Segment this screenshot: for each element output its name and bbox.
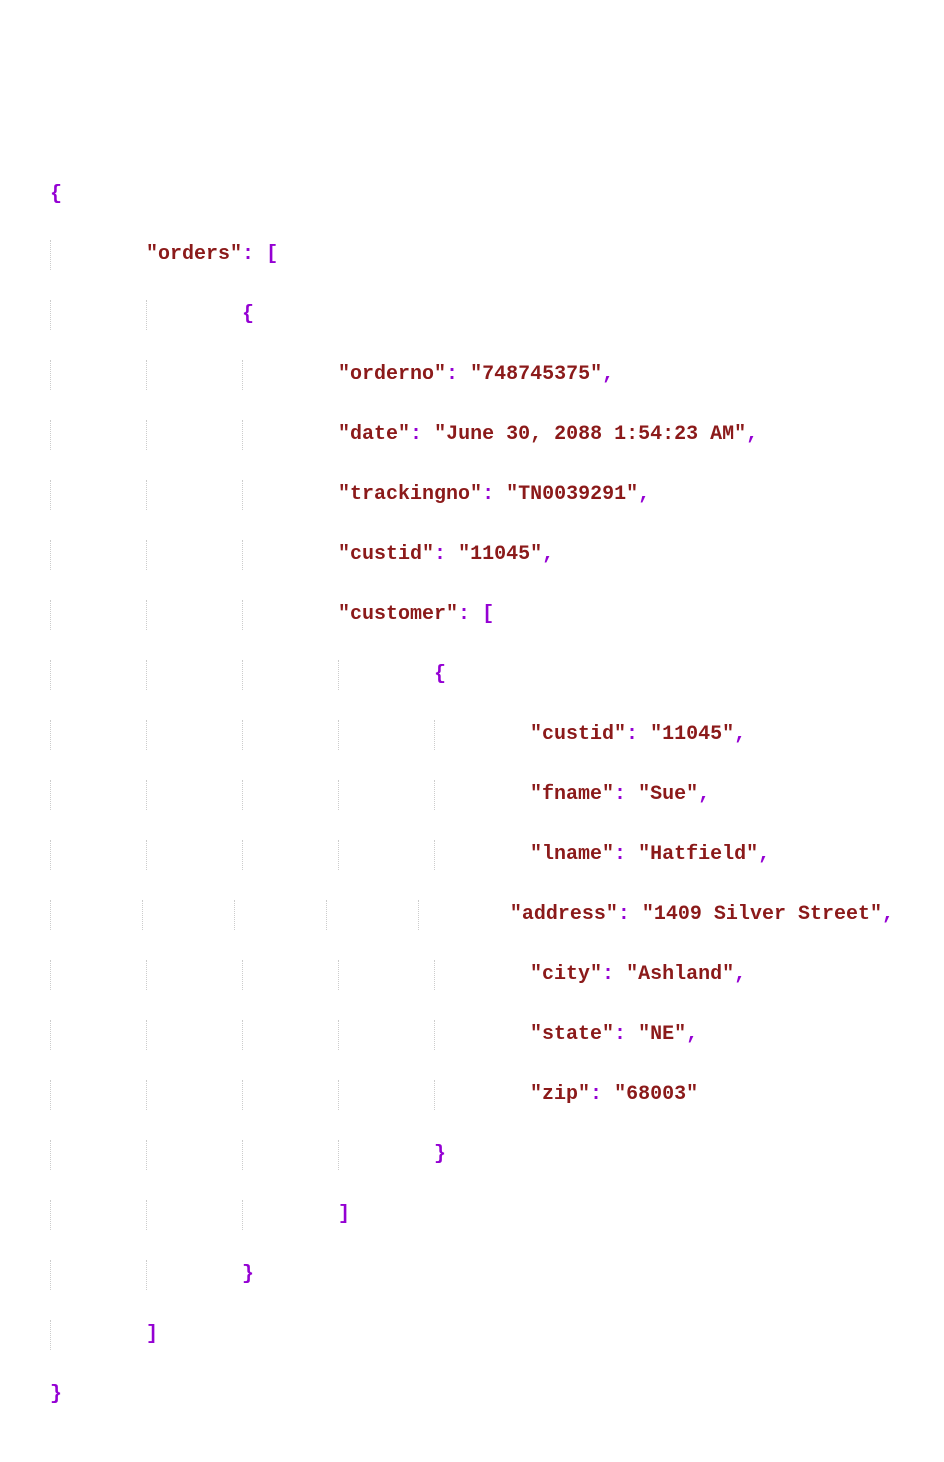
value-cust-custid: 11045 (662, 720, 722, 750)
key-orderno: orderno (350, 360, 434, 390)
code-line: } (50, 1260, 894, 1290)
value-fname: Sue (650, 780, 686, 810)
open-brace: { (242, 300, 254, 330)
key-fname: fname (542, 780, 602, 810)
key-address: address (522, 900, 606, 930)
code-line: "address": "1409 Silver Street", (50, 900, 894, 930)
code-line: "trackingno": "TN0039291", (50, 480, 894, 510)
code-line: } (50, 1380, 894, 1410)
value-orderno: 748745375 (482, 360, 590, 390)
value-city: Ashland (638, 960, 722, 990)
code-line: "custid": "11045", (50, 540, 894, 570)
code-line: "custid": "11045", (50, 720, 894, 750)
code-line: "state": "NE", (50, 1020, 894, 1050)
key-lname: lname (542, 840, 602, 870)
code-line: "city": "Ashland", (50, 960, 894, 990)
value-address: 1409 Silver Street (654, 900, 870, 930)
key-city: city (542, 960, 590, 990)
code-line: { (50, 300, 894, 330)
key-date: date (350, 420, 398, 450)
open-bracket: [ (266, 240, 278, 270)
code-line: "orders": [ (50, 240, 894, 270)
key-trackingno: trackingno (350, 480, 470, 510)
close-bracket: ] (146, 1320, 158, 1350)
value-state: NE (650, 1020, 674, 1050)
value-trackingno: TN0039291 (518, 480, 626, 510)
code-line: ] (50, 1320, 894, 1350)
code-line: "fname": "Sue", (50, 780, 894, 810)
close-brace: } (50, 1380, 62, 1410)
key-customer: customer (350, 600, 446, 630)
close-bracket: ] (338, 1200, 350, 1230)
code-line: { (50, 660, 894, 690)
close-brace: } (434, 1140, 446, 1170)
key-custid: custid (350, 540, 422, 570)
code-line: } (50, 1140, 894, 1170)
code-line: { (50, 180, 894, 210)
value-date: June 30, 2088 1:54:23 AM (446, 420, 734, 450)
key-state: state (542, 1020, 602, 1050)
value-lname: Hatfield (650, 840, 746, 870)
json-code-block: { "orders": [ { "orderno": "748745375", … (50, 150, 894, 1440)
open-brace: { (434, 660, 446, 690)
code-line: "lname": "Hatfield", (50, 840, 894, 870)
code-line: ] (50, 1200, 894, 1230)
key-orders: orders (158, 240, 230, 270)
code-line: "date": "June 30, 2088 1:54:23 AM", (50, 420, 894, 450)
close-brace: } (242, 1260, 254, 1290)
value-zip: 68003 (626, 1080, 686, 1110)
code-line: "orderno": "748745375", (50, 360, 894, 390)
code-line: "customer": [ (50, 600, 894, 630)
key-zip: zip (542, 1080, 578, 1110)
key-cust-custid: custid (542, 720, 614, 750)
open-brace: { (50, 180, 62, 210)
open-bracket: [ (482, 600, 494, 630)
code-line: "zip": "68003" (50, 1080, 894, 1110)
value-custid: 11045 (470, 540, 530, 570)
